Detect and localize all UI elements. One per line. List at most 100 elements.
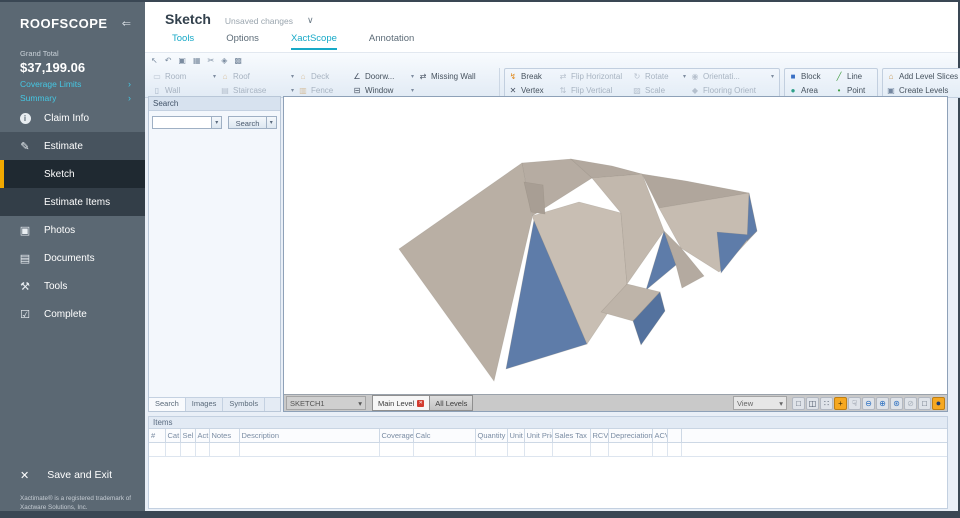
sketch-selector[interactable]: SKETCH1 ▾	[286, 396, 366, 410]
roof-3d-model[interactable]	[284, 97, 947, 394]
tab-all-levels[interactable]: All Levels	[430, 395, 473, 411]
paste-icon[interactable]: ▦	[193, 56, 201, 65]
roof-button[interactable]: ⌂Roof▾	[220, 69, 296, 83]
line-button[interactable]: ╱Line	[834, 69, 874, 83]
tab-images[interactable]: Images	[186, 398, 224, 411]
delete-level-icon[interactable]: ✕	[417, 400, 424, 407]
col-rcv[interactable]: RCV	[590, 429, 608, 443]
chevron-down-icon[interactable]: ▾	[771, 73, 776, 80]
summary-link[interactable]: Summary ›	[0, 89, 145, 103]
orbit-3d-icon[interactable]: ●	[932, 397, 945, 410]
area-button[interactable]: ●Area	[788, 83, 832, 97]
lock-icon[interactable]: ◈	[221, 56, 227, 65]
col-sales-tax[interactable]: Sales Tax	[552, 429, 590, 443]
fence-button[interactable]: ▥Fence	[298, 83, 350, 97]
sidebar-item-tools[interactable]: ⚒ Tools	[0, 272, 145, 300]
sidebar-item-estimate[interactable]: ✎ Estimate	[0, 132, 145, 160]
tab-main-level[interactable]: Main Level ✕	[372, 395, 430, 411]
sidebar-item-documents[interactable]: ▤ Documents	[0, 244, 145, 272]
toggle-box-icon[interactable]: □	[918, 397, 931, 410]
window-button[interactable]: ⊟Window▾	[352, 83, 416, 97]
tab-annotation[interactable]: Annotation	[369, 33, 414, 50]
pointer-icon[interactable]: ↖	[151, 56, 158, 65]
cut-icon[interactable]: ✂	[208, 56, 215, 65]
search-input[interactable]	[152, 116, 212, 129]
flip-vertical-button[interactable]: ⇅Flip Vertical	[558, 83, 630, 97]
copy-icon[interactable]: ▣	[178, 56, 186, 65]
zoom-previous-icon[interactable]: ⊘	[904, 397, 917, 410]
items-empty-row[interactable]	[149, 443, 947, 457]
room-button[interactable]: ▭Room▾	[152, 69, 218, 83]
zoom-in-icon[interactable]: ⊕	[876, 397, 889, 410]
rotate-button[interactable]: ↻Rotate▾	[632, 69, 688, 83]
chevron-down-icon[interactable]: ∨	[307, 15, 314, 26]
col-depreciation[interactable]: Depreciation	[608, 429, 652, 443]
tab-symbols[interactable]: Symbols	[223, 398, 265, 411]
tab-xactscope[interactable]: XactScope	[291, 33, 337, 50]
chevron-down-icon[interactable]: ▾	[291, 73, 296, 80]
col-act[interactable]: Act	[195, 429, 209, 443]
tab-options[interactable]: Options	[226, 33, 259, 50]
wrench-icon: ⚒	[18, 280, 32, 293]
orientation-icon: ◉	[690, 72, 700, 81]
missing-wall-icon: ⇄	[418, 72, 428, 81]
col-notes[interactable]: Notes	[209, 429, 239, 443]
sidebar-item-estimate-items[interactable]: Estimate Items	[0, 188, 145, 216]
search-button[interactable]: Search	[228, 116, 266, 129]
sketch-canvas: SKETCH1 ▾ Main Level ✕ All Levels View ▾…	[283, 96, 948, 412]
undo-icon[interactable]: ↶	[165, 56, 172, 65]
pan-hand-icon[interactable]: ☟	[848, 397, 861, 410]
app-logo: ROOFSCOPE	[20, 16, 108, 31]
col-unit-price[interactable]: Unit Price	[524, 429, 552, 443]
wall-button[interactable]: ▯Wall	[152, 83, 218, 97]
coverage-limits-link[interactable]: Coverage Limits ›	[0, 75, 145, 89]
col-cat[interactable]: Cat	[165, 429, 180, 443]
staircase-button[interactable]: ▤Staircase▾	[220, 83, 296, 97]
col-description[interactable]: Description	[239, 429, 379, 443]
deck-button[interactable]: ⌂Deck	[298, 69, 350, 83]
col-coverage[interactable]: Coverage	[379, 429, 413, 443]
chevron-down-icon[interactable]: ▾	[411, 73, 416, 80]
doorway-button[interactable]: ∠Doorw...▾	[352, 69, 416, 83]
col-calc[interactable]: Calc	[413, 429, 475, 443]
sidebar-item-photos[interactable]: ▣ Photos	[0, 216, 145, 244]
flip-horizontal-button[interactable]: ⇄Flip Horizontal	[558, 69, 630, 83]
col-quantity[interactable]: Quantity	[475, 429, 507, 443]
col-acv[interactable]: ACV	[652, 429, 667, 443]
point-button[interactable]: •Point	[834, 83, 874, 97]
zoom-extents-icon[interactable]: ⊛	[890, 397, 903, 410]
orientation-button[interactable]: ◉Orientati...▾	[690, 69, 776, 83]
chevron-down-icon[interactable]: ▾	[213, 73, 218, 80]
chevron-down-icon[interactable]: ▾	[411, 87, 416, 94]
save-and-exit-button[interactable]: ✕ Save and Exit	[0, 462, 145, 488]
search-input-dropdown-icon[interactable]: ▾	[212, 116, 222, 129]
create-levels-button[interactable]: ▣Create Levels	[886, 83, 960, 97]
main-area: Sketch Unsaved changes ∨ Tools Options X…	[145, 2, 958, 511]
col-sel[interactable]: Sel	[180, 429, 195, 443]
col-number[interactable]: #	[149, 429, 165, 443]
vertex-button[interactable]: ✕Vertex	[508, 83, 556, 97]
footprints-icon[interactable]: ∷	[820, 397, 833, 410]
zoom-out-icon[interactable]: ⊖	[862, 397, 875, 410]
sidebar-item-sketch[interactable]: Sketch	[0, 160, 145, 188]
full-extents-icon[interactable]: □	[792, 397, 805, 410]
add-level-slices-button[interactable]: ⌂Add Level Slices	[886, 69, 960, 83]
search-button-dropdown-icon[interactable]: ▾	[267, 116, 277, 129]
layout-panels-icon[interactable]: ◫	[806, 397, 819, 410]
crosshair-tool-icon[interactable]: +	[834, 397, 847, 410]
grid-icon[interactable]: ▩	[234, 56, 242, 65]
scale-button[interactable]: ▨Scale	[632, 83, 688, 97]
flooring-orient-button[interactable]: ◆Flooring Orient	[690, 83, 776, 97]
chevron-down-icon[interactable]: ▾	[291, 87, 296, 94]
chevron-down-icon[interactable]: ▾	[683, 73, 688, 80]
view-selector[interactable]: View ▾	[733, 396, 787, 410]
col-unit[interactable]: Unit	[507, 429, 524, 443]
block-button[interactable]: ■Block	[788, 69, 832, 83]
missing-wall-button[interactable]: ⇄Missing Wall	[418, 69, 496, 83]
tab-search[interactable]: Search	[149, 398, 186, 411]
sidebar-item-complete[interactable]: ☑ Complete	[0, 300, 145, 328]
break-button[interactable]: ↯Break	[508, 69, 556, 83]
collapse-sidebar-icon[interactable]: ⇐	[122, 17, 131, 30]
sidebar-item-claim-info[interactable]: i Claim Info	[0, 104, 145, 132]
tab-tools[interactable]: Tools	[172, 33, 194, 50]
